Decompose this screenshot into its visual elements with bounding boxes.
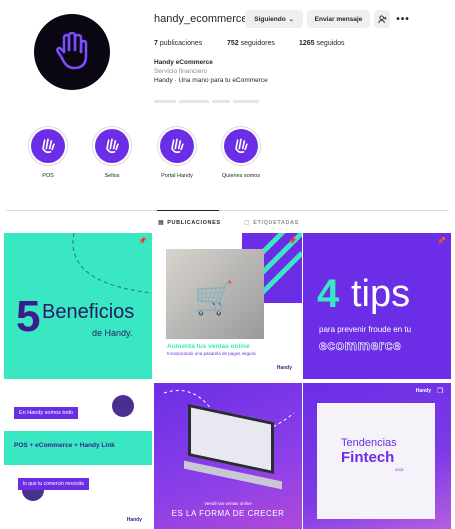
post-subtitle: Incorporando una pasarela de pagos segur…	[167, 351, 256, 356]
highlight-label: Portal Handy	[161, 173, 193, 179]
plant-decoration	[112, 395, 134, 417]
tab-posts[interactable]: ▦ PUBLICACIONES	[158, 219, 221, 227]
highlight-ring	[221, 126, 261, 166]
posts-grid: 📌 5 Beneficios de Handy. 🛒 📌 Aumentá tus…	[4, 233, 451, 529]
post-title: tips	[351, 273, 411, 315]
post-number: 4	[317, 272, 340, 316]
highlight-label: Quienes somos	[221, 173, 261, 179]
post-brand: Handy	[415, 388, 431, 394]
post-title: Beneficios	[42, 301, 135, 323]
add-user-icon	[377, 14, 387, 23]
bio-link-blurred[interactable]	[154, 90, 294, 103]
pin-icon: 📌	[138, 238, 147, 245]
following-button[interactable]: Siguiendo ⌄	[245, 10, 303, 28]
bio-name: Handy eCommerce	[154, 59, 213, 66]
post-headline: POS + eCommerce + Handy Link	[14, 442, 115, 449]
followers-label: seguidores	[240, 40, 275, 47]
post-headline: ES LA FORMA DE CRECER	[171, 509, 285, 518]
highlight-portal-handy[interactable]: Portal Handy	[157, 126, 197, 179]
tab-tagged-label: ETIQUETADAS	[253, 219, 299, 226]
hand-logo-icon	[106, 138, 119, 154]
profile-header: handy_ecommerce Siguiendo ⌄ Enviar mensa…	[0, 0, 455, 110]
bio-text: Handy · Una mano para tu eCommerce	[154, 77, 268, 84]
post-tile[interactable]: En Handy somos todo POS + eCommerce + Ha…	[4, 383, 152, 529]
highlight-pos[interactable]: POS	[28, 126, 68, 179]
post-brand: Handy	[276, 365, 292, 371]
posts-count: 7	[154, 40, 158, 47]
post-subtitle: Vendé las ventas online	[204, 501, 252, 506]
highlight-cover	[95, 129, 129, 163]
highlight-cover	[160, 129, 194, 163]
following-label: seguidos	[316, 40, 345, 47]
hand-logo-icon	[56, 31, 88, 70]
post-title: Tendencias	[341, 437, 397, 449]
story-highlights: POS Sellos Portal Handy Quienes somos	[0, 126, 455, 186]
post-tile[interactable]: 📌 4 tips para prevenir froude en tu ecom…	[303, 233, 451, 379]
pin-icon: 📌	[437, 238, 446, 245]
more-options-icon[interactable]: •••	[395, 10, 411, 28]
profile-username: handy_ecommerce	[154, 13, 248, 25]
hand-logo-icon	[235, 138, 248, 154]
post-outline-text: ecommerce	[319, 337, 402, 354]
following-count: 1265	[299, 40, 315, 47]
highlight-sellos[interactable]: Sellos	[92, 126, 132, 179]
post-brand: Handy	[126, 517, 142, 523]
post-subtitle: de Handy.	[92, 328, 133, 338]
bio-category: Servicio financiero	[154, 68, 208, 75]
post-tile[interactable]: 🛒 📌 Aumentá tus ventas online Incorporan…	[154, 233, 302, 379]
post-subtitle: para prevenir froude en tu	[319, 325, 412, 334]
post-year: 2021	[395, 467, 404, 472]
highlight-cover	[31, 129, 65, 163]
post-tile[interactable]: Vendé las ventas online ES LA FORMA DE C…	[154, 383, 302, 529]
post-headline: Fintech	[341, 449, 395, 466]
posts-label: publicaciones	[159, 40, 203, 47]
stat-following[interactable]: 1265 seguidos	[299, 40, 345, 47]
highlight-ring	[28, 126, 68, 166]
profile-avatar[interactable]	[34, 14, 110, 90]
stat-posts[interactable]: 7 publicaciones	[154, 40, 202, 47]
post-label: lo que tu comercio necesita	[18, 478, 89, 490]
send-message-button[interactable]: Enviar mensaje	[307, 10, 370, 28]
highlight-label: POS	[42, 173, 54, 179]
tab-posts-label: PUBLICACIONES	[167, 219, 221, 226]
tabs-divider	[6, 210, 449, 211]
highlight-quienes-somos[interactable]: Quienes somos	[221, 126, 261, 179]
highlight-ring	[92, 126, 132, 166]
hand-logo-icon	[42, 138, 55, 154]
active-tab-indicator	[157, 210, 219, 211]
hand-logo-icon	[171, 138, 184, 154]
shopping-cart-icon: 🛒	[194, 280, 234, 316]
highlight-cover	[224, 129, 258, 163]
tab-tagged[interactable]: ▢ ETIQUETADAS	[244, 219, 299, 227]
post-headline: Aumentá tus ventas online	[167, 343, 250, 350]
profile-bio: Handy eCommerce Servicio financiero Hand…	[154, 58, 268, 85]
post-label: En Handy somos todo	[14, 407, 79, 419]
post-tile[interactable]: 📌 5 Beneficios de Handy.	[4, 233, 152, 379]
carousel-icon: ❐	[437, 388, 444, 395]
following-button-label: Siguiendo	[254, 15, 286, 23]
pin-icon: 📌	[288, 238, 297, 245]
highlight-label: Sellos	[104, 173, 120, 179]
post-number: 5	[16, 292, 41, 341]
post-tile[interactable]: Handy ❐ Tendencias Fintech 2021	[303, 383, 451, 529]
followers-count: 752	[227, 40, 239, 47]
chevron-down-icon: ⌄	[288, 16, 294, 23]
grid-icon: ▦	[158, 220, 165, 226]
stat-followers[interactable]: 752 seguidores	[227, 40, 275, 47]
highlight-ring	[157, 126, 197, 166]
suggested-users-button[interactable]	[374, 10, 390, 28]
tag-icon: ▢	[244, 220, 251, 226]
